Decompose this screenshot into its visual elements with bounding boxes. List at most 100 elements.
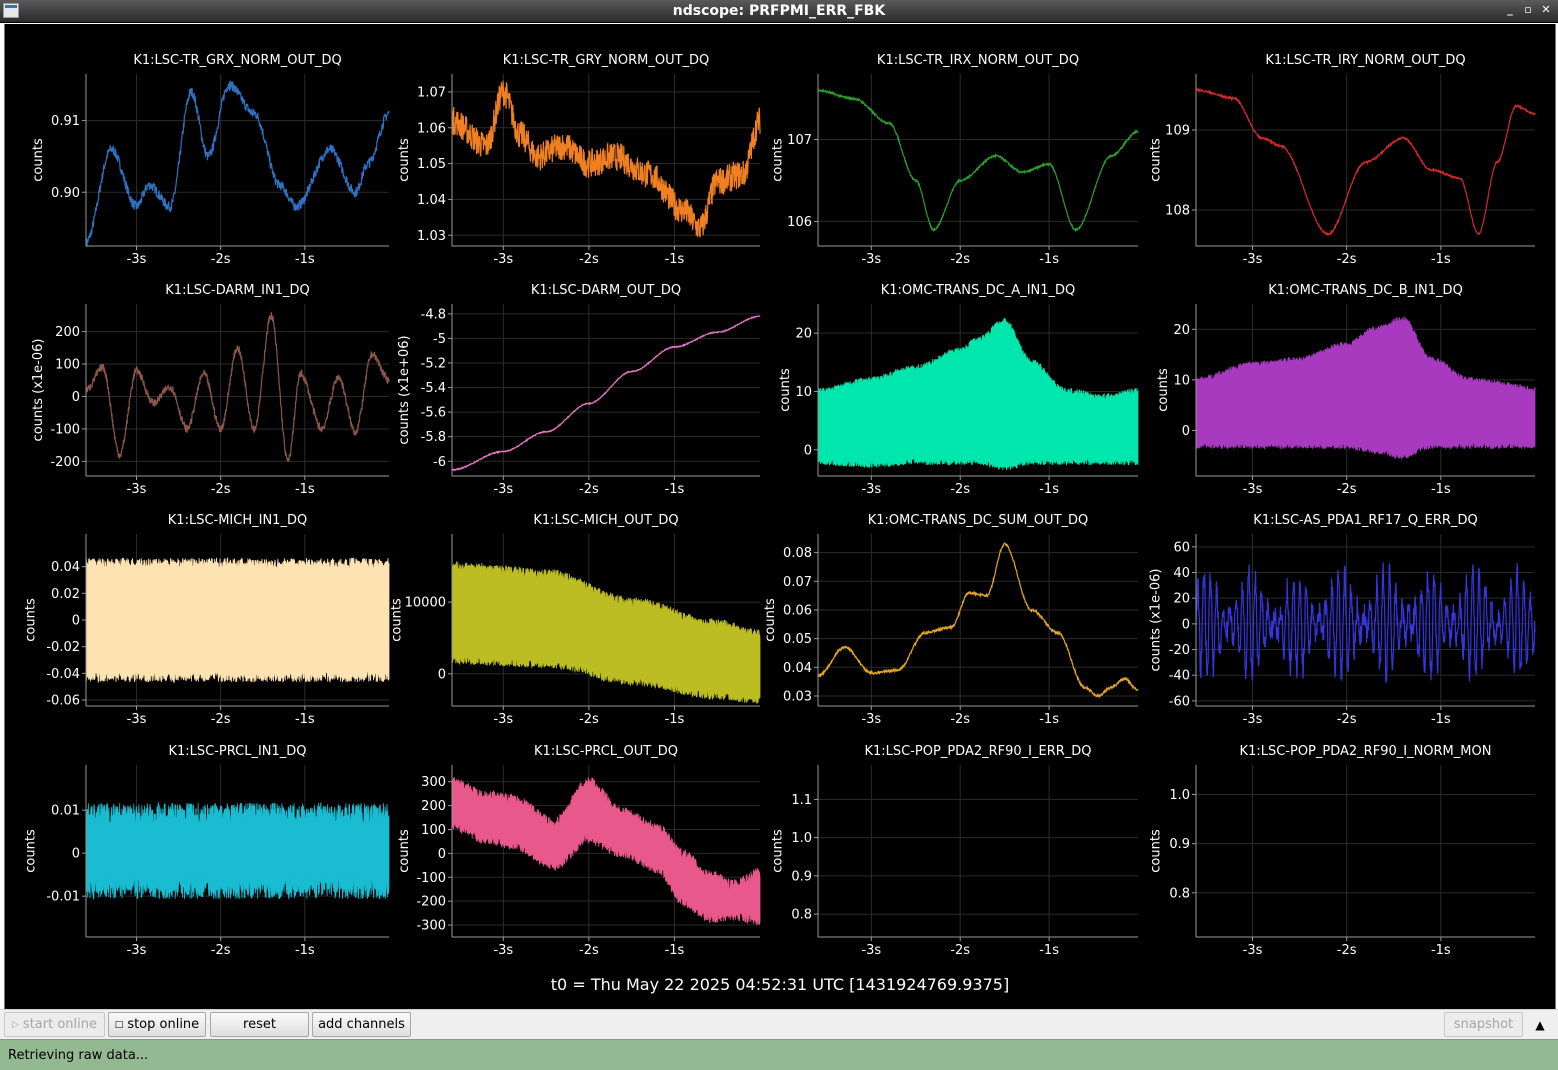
x-tick-label: -1s: [295, 482, 315, 497]
add-channels-button[interactable]: add channels: [312, 1012, 411, 1037]
x-tick-label: -1s: [665, 252, 685, 267]
plot-5[interactable]: K1:LSC-DARM_IN1_DQ -3s -2s -1s -200 -100 0 100 2…: [31, 283, 390, 497]
plot-16[interactable]: K1:LSC-POP_PDA2_RF90_I_NORM_MON -3s -2s -1s…: [1149, 744, 1536, 958]
series-line: [451, 315, 761, 472]
y-axis-label: counts: [390, 598, 405, 642]
x-tick-label: -3s: [493, 712, 513, 727]
y-axis-label: counts: [1149, 829, 1164, 873]
y-tick-label: 40: [1173, 566, 1190, 581]
series-line: [1195, 562, 1536, 684]
x-tick-label: -3s: [861, 712, 881, 727]
y-tick-label: 10000: [405, 596, 446, 611]
y-tick-label: 20: [1173, 592, 1190, 607]
y-tick-label: 10: [1173, 373, 1190, 388]
y-tick-label: 0: [72, 847, 80, 862]
y-tick-label: -4.8: [421, 307, 446, 322]
y-tick-label: 1.05: [417, 157, 446, 172]
plot-8[interactable]: K1:OMC-TRANS_DC_B_IN1_DQ -3s -2s -1s 0 10 20 co…: [1156, 283, 1536, 497]
y-tick-label: 0.08: [783, 546, 812, 561]
maximize-icon[interactable]: ▫: [1522, 3, 1534, 16]
y-tick-label: -0.04: [46, 667, 80, 682]
plot-title: K1:LSC-TR_IRY_NORM_OUT_DQ: [1265, 53, 1465, 68]
stop-online-button[interactable]: □ stop online: [108, 1012, 206, 1037]
y-tick-label: -5.2: [421, 356, 446, 371]
y-tick-label: 100: [55, 358, 80, 373]
y-tick-label: -300: [416, 919, 446, 934]
plot-title: K1:LSC-PRCL_IN1_DQ: [168, 744, 306, 759]
app-window-icon[interactable]: [3, 3, 19, 18]
plot-6[interactable]: K1:LSC-DARM_OUT_DQ -3s -2s -1s -6 -5.8 -5.6 -5.…: [397, 283, 761, 497]
x-tick-label: -2s: [1337, 482, 1357, 497]
plot-7[interactable]: K1:OMC-TRANS_DC_A_IN1_DQ -3s -2s -1s 0 10 20 co…: [778, 283, 1139, 497]
x-tick-label: -2s: [1337, 252, 1357, 267]
snapshot-button[interactable]: snapshot: [1444, 1012, 1523, 1037]
plot-title: K1:LSC-AS_PDA1_RF17_Q_ERR_DQ: [1253, 513, 1477, 528]
x-tick-label: -2s: [950, 252, 970, 267]
y-tick-label: 0.01: [51, 804, 80, 819]
y-tick-label: -5.6: [421, 406, 446, 421]
plot-15[interactable]: K1:LSC-POP_PDA2_RF90_I_ERR_DQ -3s -2s -1s 0.…: [771, 744, 1139, 958]
y-axis-label: counts: [778, 368, 793, 412]
series-band: [85, 801, 390, 901]
collapse-arrow-icon[interactable]: ▲: [1529, 1012, 1551, 1037]
y-tick-label: -40: [1169, 669, 1190, 684]
y-tick-label: 1.1: [791, 793, 812, 808]
reset-button[interactable]: reset: [210, 1012, 309, 1037]
y-tick-label: 0.06: [783, 603, 812, 618]
y-tick-label: -60: [1169, 694, 1190, 709]
y-tick-label: 0.04: [783, 661, 812, 676]
plot-12[interactable]: K1:LSC-AS_PDA1_RF17_Q_ERR_DQ -3s -2s -1s -60…: [1149, 513, 1536, 727]
y-tick-label: 20: [795, 327, 812, 342]
y-axis-label: counts: [1156, 368, 1171, 412]
y-tick-label: -0.06: [46, 694, 80, 709]
minimize-icon[interactable]: _: [1504, 3, 1516, 16]
plot-grid[interactable]: K1:LSC-TR_GRX_NORM_OUT_DQ-3s -2s -1s0.900.…: [5, 24, 1555, 1009]
plot-title: K1:LSC-POP_PDA2_RF90_I_NORM_MON: [1240, 744, 1492, 759]
plot-4[interactable]: K1:LSC-TR_IRY_NORM_OUT_DQ -3s -2s -1s 108 109…: [1149, 53, 1536, 267]
stop-online-label: stop online: [127, 1017, 200, 1032]
y-tick-label: 1.07: [417, 85, 446, 100]
plot-11[interactable]: K1:OMC-TRANS_DC_SUM_OUT_DQ -3s -2s -1s 0.03 0…: [763, 513, 1139, 727]
x-tick-label: -3s: [493, 252, 513, 267]
stop-icon: □: [114, 1019, 124, 1030]
y-tick-label: 1.0: [1169, 788, 1190, 803]
plot-grid-area: K1:LSC-TR_GRX_NORM_OUT_DQ -3s -2s -1s 0.90 0.…: [4, 24, 1556, 1009]
plot-title: K1:LSC-DARM_OUT_DQ: [531, 283, 681, 298]
t0-label: t0 = Thu May 22 2025 04:52:31 UTC [14319…: [550, 975, 1010, 994]
y-axis-label: counts (x1e-06): [1149, 569, 1164, 672]
y-tick-label: 1.03: [417, 229, 446, 244]
plot-3[interactable]: K1:LSC-TR_IRX_NORM_OUT_DQ -3s -2s -1s 106 107…: [771, 53, 1139, 267]
plot-14[interactable]: K1:LSC-PRCL_OUT_DQ -3s -2s -1s -300 -200 -100 0…: [397, 744, 761, 958]
x-tick-label: -1s: [1039, 252, 1059, 267]
x-tick-label: -2s: [211, 482, 231, 497]
x-tick-label: -1s: [665, 712, 685, 727]
start-online-button[interactable]: ▷ start online: [4, 1012, 105, 1037]
plot-title: K1:LSC-TR_GRY_NORM_OUT_DQ: [503, 53, 710, 68]
x-tick-label: -1s: [665, 482, 685, 497]
x-tick-label: -3s: [861, 252, 881, 267]
x-tick-label: -2s: [211, 943, 231, 958]
x-tick-label: -3s: [861, 482, 881, 497]
y-tick-label: -0.02: [46, 640, 80, 655]
plot-title: K1:LSC-PRCL_OUT_DQ: [534, 744, 678, 759]
y-axis-label: counts: [24, 829, 39, 873]
y-tick-label: 0.91: [51, 114, 80, 129]
x-tick-label: -3s: [1243, 943, 1263, 958]
close-icon[interactable]: ✕: [1540, 3, 1552, 16]
plot-9[interactable]: K1:LSC-MICH_IN1_DQ -3s -2s -1s -0.06 -0.04 -0.…: [24, 513, 390, 727]
play-icon: ▷: [12, 1019, 19, 1030]
plot-10[interactable]: K1:LSC-MICH_OUT_DQ -3s -2s -1s 0 10000counts: [390, 513, 761, 727]
x-tick-label: -3s: [1243, 712, 1263, 727]
series-line: [1195, 87, 1536, 237]
series-band: [1195, 316, 1536, 460]
y-tick-label: 100: [421, 823, 446, 838]
y-tick-label: 0: [1182, 424, 1190, 439]
series-band: [817, 317, 1139, 471]
plot-2[interactable]: K1:LSC-TR_GRY_NORM_OUT_DQ -3s -2s -1s 1.03 1.…: [397, 53, 761, 267]
y-tick-label: 0.8: [1169, 886, 1190, 901]
x-tick-label: -2s: [579, 712, 599, 727]
y-tick-label: 108: [1165, 204, 1190, 219]
plot-13[interactable]: K1:LSC-PRCL_IN1_DQ -3s -2s -1s -0.01 0 0.01 cou…: [24, 744, 390, 958]
plot-1[interactable]: K1:LSC-TR_GRX_NORM_OUT_DQ -3s -2s -1s 0.90 0.…: [31, 53, 390, 267]
x-tick-label: -1s: [1039, 712, 1059, 727]
